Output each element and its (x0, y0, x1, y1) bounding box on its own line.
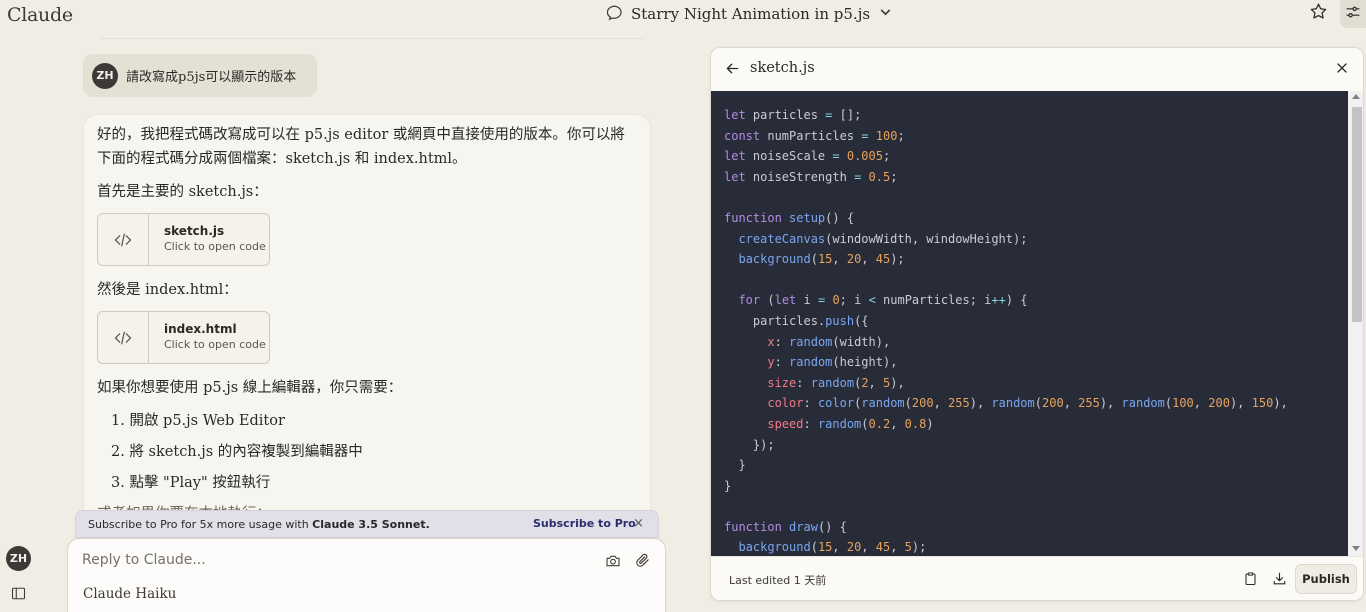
second-file-label: 然後是 index.html： (97, 282, 238, 298)
chat-settings-button[interactable] (1340, 0, 1366, 28)
star-button[interactable] (1307, 2, 1329, 24)
code-line: function draw() { (724, 519, 847, 534)
brand-logo[interactable]: Claude (7, 4, 73, 26)
step-item: 3. 點擊 "Play" 按鈕執行 (111, 475, 271, 491)
code-line: } (724, 458, 746, 473)
chat-top-divider (100, 38, 645, 39)
artifact-card-sketch-js[interactable]: sketch.js Click to open code (97, 213, 270, 266)
code-line: const numParticles = 100; (724, 128, 905, 143)
subscribe-to-pro-link[interactable]: Subscribe to Pro (533, 517, 636, 530)
artifact-panel-title: sketch.js (750, 60, 815, 76)
artifact-name: sketch.js (164, 224, 225, 238)
artifact-panel-header: sketch.js (711, 48, 1363, 91)
user-message: ZH 請改寫成p5js可以顯示的版本 (83, 54, 317, 97)
code-line: speed: random(0.2, 0.8) (767, 416, 934, 431)
code-line: let noiseScale = 0.005; (724, 149, 891, 164)
artifact-text: index.html Click to open code (149, 312, 266, 363)
assistant-intro: 好的，我把程式碼改寫成可以在 p5.js editor 或網頁中直接使用的版本。… (97, 123, 627, 171)
account-avatar[interactable]: ZH (6, 546, 31, 571)
model-selector[interactable]: Claude Haiku (83, 586, 176, 602)
arrow-left-icon[interactable] (724, 60, 741, 81)
code-line: for (let i = 0; i < numParticles; i++) { (738, 293, 1028, 308)
chevron-down-icon (877, 4, 894, 25)
reply-input[interactable] (82, 552, 562, 568)
code-scrollbar[interactable] (1348, 91, 1363, 556)
code-brackets-icon (98, 312, 149, 363)
steps-list: 1. 開啟 p5.js Web Editor 2. 將 sketch.js 的內… (111, 409, 627, 495)
code-line: createCanvas(windowWidth, windowHeight); (738, 231, 1028, 246)
code-viewer[interactable]: let particles = []; const numParticles = … (711, 91, 1363, 556)
step-item: 2. 將 sketch.js 的內容複製到編輯器中 (111, 444, 363, 460)
code-line: background(15, 20, 45, 5); (738, 540, 927, 555)
code-line: function setup() { (724, 210, 855, 225)
first-file-label: 首先是主要的 sketch.js： (97, 184, 268, 200)
editor-intro: 如果你想要使用 p5.js 線上編輯器，你只需要： (97, 380, 403, 396)
scroll-up-arrow-icon[interactable] (1352, 94, 1360, 99)
code-line: x: random(width), (767, 334, 891, 349)
code-line: background(15, 20, 45); (738, 252, 905, 267)
subscribe-banner: Subscribe to Pro for 5x more usage with … (75, 510, 659, 538)
user-avatar: ZH (92, 62, 118, 89)
code-brackets-icon (98, 214, 149, 265)
code-line: particles.push({ (724, 313, 869, 328)
user-message-text: 請改寫成p5js可以顯示的版本 (126, 70, 297, 85)
last-edited-text: Last edited 1 天前 (729, 574, 827, 587)
code-block: let particles = []; const numParticles = … (724, 105, 1288, 556)
conversation-title: Starry Night Animation in p5.js (631, 5, 871, 23)
close-icon[interactable] (1334, 60, 1350, 80)
code-line: y: random(height), (767, 355, 898, 370)
artifact-panel-footer: Last edited 1 天前 Publish (711, 556, 1363, 600)
download-icon[interactable] (1272, 571, 1287, 590)
sidebar-toggle-icon[interactable] (11, 586, 26, 605)
code-line: }); (724, 437, 775, 452)
code-line: } (724, 478, 732, 493)
code-line: let noiseStrength = 0.5; (724, 169, 898, 184)
artifact-subtitle: Click to open code (164, 240, 266, 253)
scroll-thumb[interactable] (1352, 107, 1362, 322)
chat-bubble-icon (606, 4, 624, 25)
assistant-intro-line-1: 好的，我把程式碼改寫成可以在 p5.js editor 或網頁中直接使用的版本。… (97, 127, 625, 143)
camera-icon[interactable] (605, 553, 621, 573)
star-icon (1309, 2, 1328, 25)
assistant-intro-line-2: 下面的程式碼分成兩個檔案：sketch.js 和 index.html。 (97, 151, 467, 167)
artifact-subtitle: Click to open code (164, 338, 266, 351)
claude-app: Claude Starry Night Animation in p5.js Z… (0, 0, 1366, 612)
artifact-name: index.html (164, 322, 237, 336)
artifact-panel: sketch.js let particles = []; const numPa… (710, 47, 1364, 601)
step-item: 1. 開啟 p5.js Web Editor (111, 413, 285, 429)
assistant-message-body: 好的，我把程式碼改寫成可以在 p5.js editor 或網頁中直接使用的版本。… (97, 123, 627, 514)
clipboard-icon[interactable] (1243, 571, 1258, 590)
code-line: let particles = []; (724, 108, 862, 122)
paperclip-icon[interactable] (634, 552, 651, 573)
code-line: color: color(random(200, 255), random(20… (767, 396, 1288, 411)
publish-button[interactable]: Publish (1295, 564, 1357, 594)
banner-model-name: Claude 3.5 Sonnet. (312, 517, 430, 531)
artifact-text: sketch.js Click to open code (149, 214, 266, 265)
artifact-card-index-html[interactable]: index.html Click to open code (97, 311, 270, 364)
reply-composer: Claude Haiku (67, 538, 666, 612)
subscribe-banner-text: Subscribe to Pro for 5x more usage with … (88, 518, 430, 531)
assistant-message: 好的，我把程式碼改寫成可以在 p5.js editor 或網頁中直接使用的版本。… (83, 114, 651, 514)
sliders-icon (1345, 4, 1361, 24)
scroll-down-arrow-icon[interactable] (1352, 546, 1360, 551)
close-icon[interactable]: × (633, 516, 644, 531)
code-line: size: random(2, 5), (767, 375, 905, 390)
conversation-title-button[interactable]: Starry Night Animation in p5.js (606, 4, 894, 25)
banner-text-prefix: Subscribe to Pro for 5x more usage with (88, 517, 313, 531)
